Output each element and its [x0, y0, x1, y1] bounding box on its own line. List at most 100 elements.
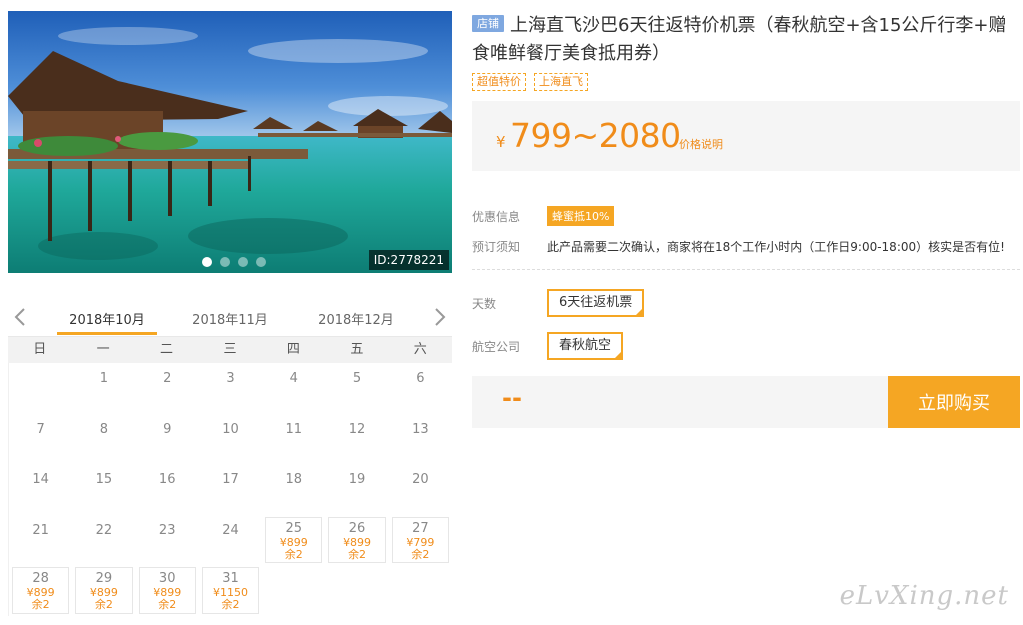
day-number: 6 [416, 371, 425, 386]
day-number: 13 [412, 421, 429, 437]
image-id-badge: ID:2778221 [368, 250, 449, 270]
day-number: 15 [95, 472, 113, 487]
tag-direct-flight: 上海直飞 [534, 73, 588, 91]
carousel-dot-1[interactable] [202, 257, 212, 267]
day-number: 4 [289, 371, 298, 386]
calendar-day: 5 [325, 363, 388, 414]
airline-option-row: 航空公司 春秋航空 [472, 331, 1020, 361]
day-remaining: 余2 [158, 598, 177, 611]
calendar-day: 7 [9, 414, 72, 465]
day-number: 8 [99, 421, 109, 437]
price-note-link[interactable]: 价格说明 [679, 136, 723, 152]
prev-month-arrow-icon[interactable] [10, 305, 30, 329]
day-number: 1 [99, 371, 109, 386]
airline-option-spring[interactable]: 春秋航空 [547, 332, 624, 360]
buy-now-button[interactable]: 立即购买 [888, 376, 1020, 428]
calendar-day: 24 [199, 515, 262, 566]
calendar-day[interactable]: 30 ¥899 余2 [138, 567, 196, 614]
day-price: ¥799 [406, 535, 435, 549]
carousel-dots [202, 257, 266, 267]
day-number: 7 [36, 421, 45, 437]
discount-badge: 蜂蜜抵10% [547, 206, 615, 226]
calendar-day[interactable]: 25 ¥899 余2 [265, 516, 323, 563]
calendar-day: 15 [72, 464, 135, 515]
notice-label: 预订须知 [472, 239, 521, 254]
calendar-day: 8 [72, 414, 135, 465]
day-remaining: 余2 [284, 547, 303, 561]
calendar-day: 13 [389, 414, 452, 465]
weekday-tue: 二 [160, 342, 174, 357]
calendar-day[interactable]: 27 ¥799 余2 [391, 516, 449, 563]
day-number: 23 [158, 522, 176, 538]
calendar-day[interactable]: 29 ¥899 余2 [75, 567, 133, 614]
info-section: 优惠信息 蜂蜜抵10% 预订须知 此产品需要二次确认，商家将在18个工作小时内（… [472, 205, 1020, 257]
active-month-underline [57, 332, 157, 335]
carousel-dot-2[interactable] [220, 257, 230, 267]
discount-row: 优惠信息 蜂蜜抵10% [472, 205, 1020, 227]
days-label: 天数 [472, 296, 497, 311]
day-number: 9 [163, 421, 172, 437]
calendar-day[interactable]: 28 ¥899 余2 [12, 567, 70, 614]
calendar-day: 6 [389, 363, 452, 414]
day-number: 24 [222, 522, 239, 538]
product-info: 店铺 上海直飞沙巴6天往返特价机票（春秋航空+含15公斤行李+赠食唯鲜餐厅美食抵用… [472, 12, 1020, 428]
product-title-text: 上海直飞沙巴6天往返特价机票（春秋航空+含15公斤行李+赠食唯鲜餐厅美食抵用券） [472, 15, 1007, 64]
day-number: 19 [348, 472, 366, 487]
day-number: 5 [352, 371, 362, 386]
day-remaining: 余2 [94, 598, 113, 611]
notice-text: 此产品需要二次确认，商家将在18个工作小时内（工作日9:00-18:00）核实是… [547, 239, 1005, 254]
calendar-day: 17 [199, 464, 262, 515]
calendar-day: 4 [262, 363, 325, 414]
tag-special-price: 超值特价 [472, 73, 526, 91]
day-number: 17 [222, 472, 239, 487]
weekday-header: 日 一 二 三 四 五 六 [8, 337, 452, 363]
selected-corner-icon [634, 307, 645, 317]
calendar-empty-cell [9, 363, 72, 414]
days-option-6day[interactable]: 6天往返机票 [547, 289, 645, 317]
weekday-wed: 三 [223, 342, 237, 357]
day-number: 11 [285, 421, 303, 437]
calendar-day[interactable]: 31 ¥1150 余2 [201, 567, 260, 614]
day-number: 2 [163, 371, 172, 386]
total-price: -- [502, 384, 522, 412]
month-tab-label: 2018年12月 [318, 313, 394, 328]
weekday-mon: 一 [96, 342, 110, 357]
shop-tag[interactable]: 店铺 [472, 15, 504, 32]
days-option-row: 天数 6天往返机票 [472, 288, 1020, 318]
calendar-day: 1 [72, 363, 135, 414]
day-number: 18 [285, 472, 303, 487]
calendar-day: 19 [325, 464, 388, 515]
day-remaining: 余2 [348, 547, 367, 561]
calendar-day-grid: 1 2 3 4 5 6 7 8 9 10 11 12 13 14 15 16 17 18 19 20 21 22 23 24 2… [8, 363, 452, 616]
airline-option-label: 春秋航空 [559, 338, 612, 353]
calendar-day: 20 [389, 464, 452, 515]
day-remaining: 余2 [411, 547, 430, 561]
weekday-fri: 五 [350, 342, 364, 357]
calendar-day: 21 [9, 515, 72, 566]
month-tab-oct[interactable]: 2018年10月 [57, 309, 157, 335]
resort-photo [8, 11, 452, 273]
calendar-day[interactable]: 26 ¥899 余2 [328, 516, 386, 563]
carousel-dot-3[interactable] [238, 257, 248, 267]
day-number: 30 [158, 571, 176, 586]
day-number: 20 [412, 472, 429, 487]
weekday-thu: 四 [286, 342, 300, 357]
selected-corner-icon [613, 350, 624, 360]
month-tab-dec[interactable]: 2018年12月 [314, 309, 398, 328]
day-number: 29 [95, 571, 113, 586]
calendar-day: 22 [72, 515, 135, 566]
day-number: 22 [95, 522, 113, 538]
calendar-day: 10 [199, 414, 262, 465]
day-number: 12 [348, 421, 366, 437]
month-tab-nov[interactable]: 2018年11月 [188, 309, 272, 328]
calendar-day: 9 [136, 414, 199, 465]
carousel-dot-4[interactable] [256, 257, 266, 267]
calendar-day: 16 [136, 464, 199, 515]
day-number: 16 [158, 472, 176, 487]
divider [472, 269, 1020, 270]
day-remaining: 余2 [221, 598, 240, 611]
price-box: ¥ 799~2080 价格说明 [472, 101, 1020, 171]
notice-row: 预订须知 此产品需要二次确认，商家将在18个工作小时内（工作日9:00-18:0… [472, 235, 1020, 257]
next-month-arrow-icon[interactable] [430, 305, 450, 329]
product-gallery[interactable]: ID:2778221 [8, 11, 452, 273]
